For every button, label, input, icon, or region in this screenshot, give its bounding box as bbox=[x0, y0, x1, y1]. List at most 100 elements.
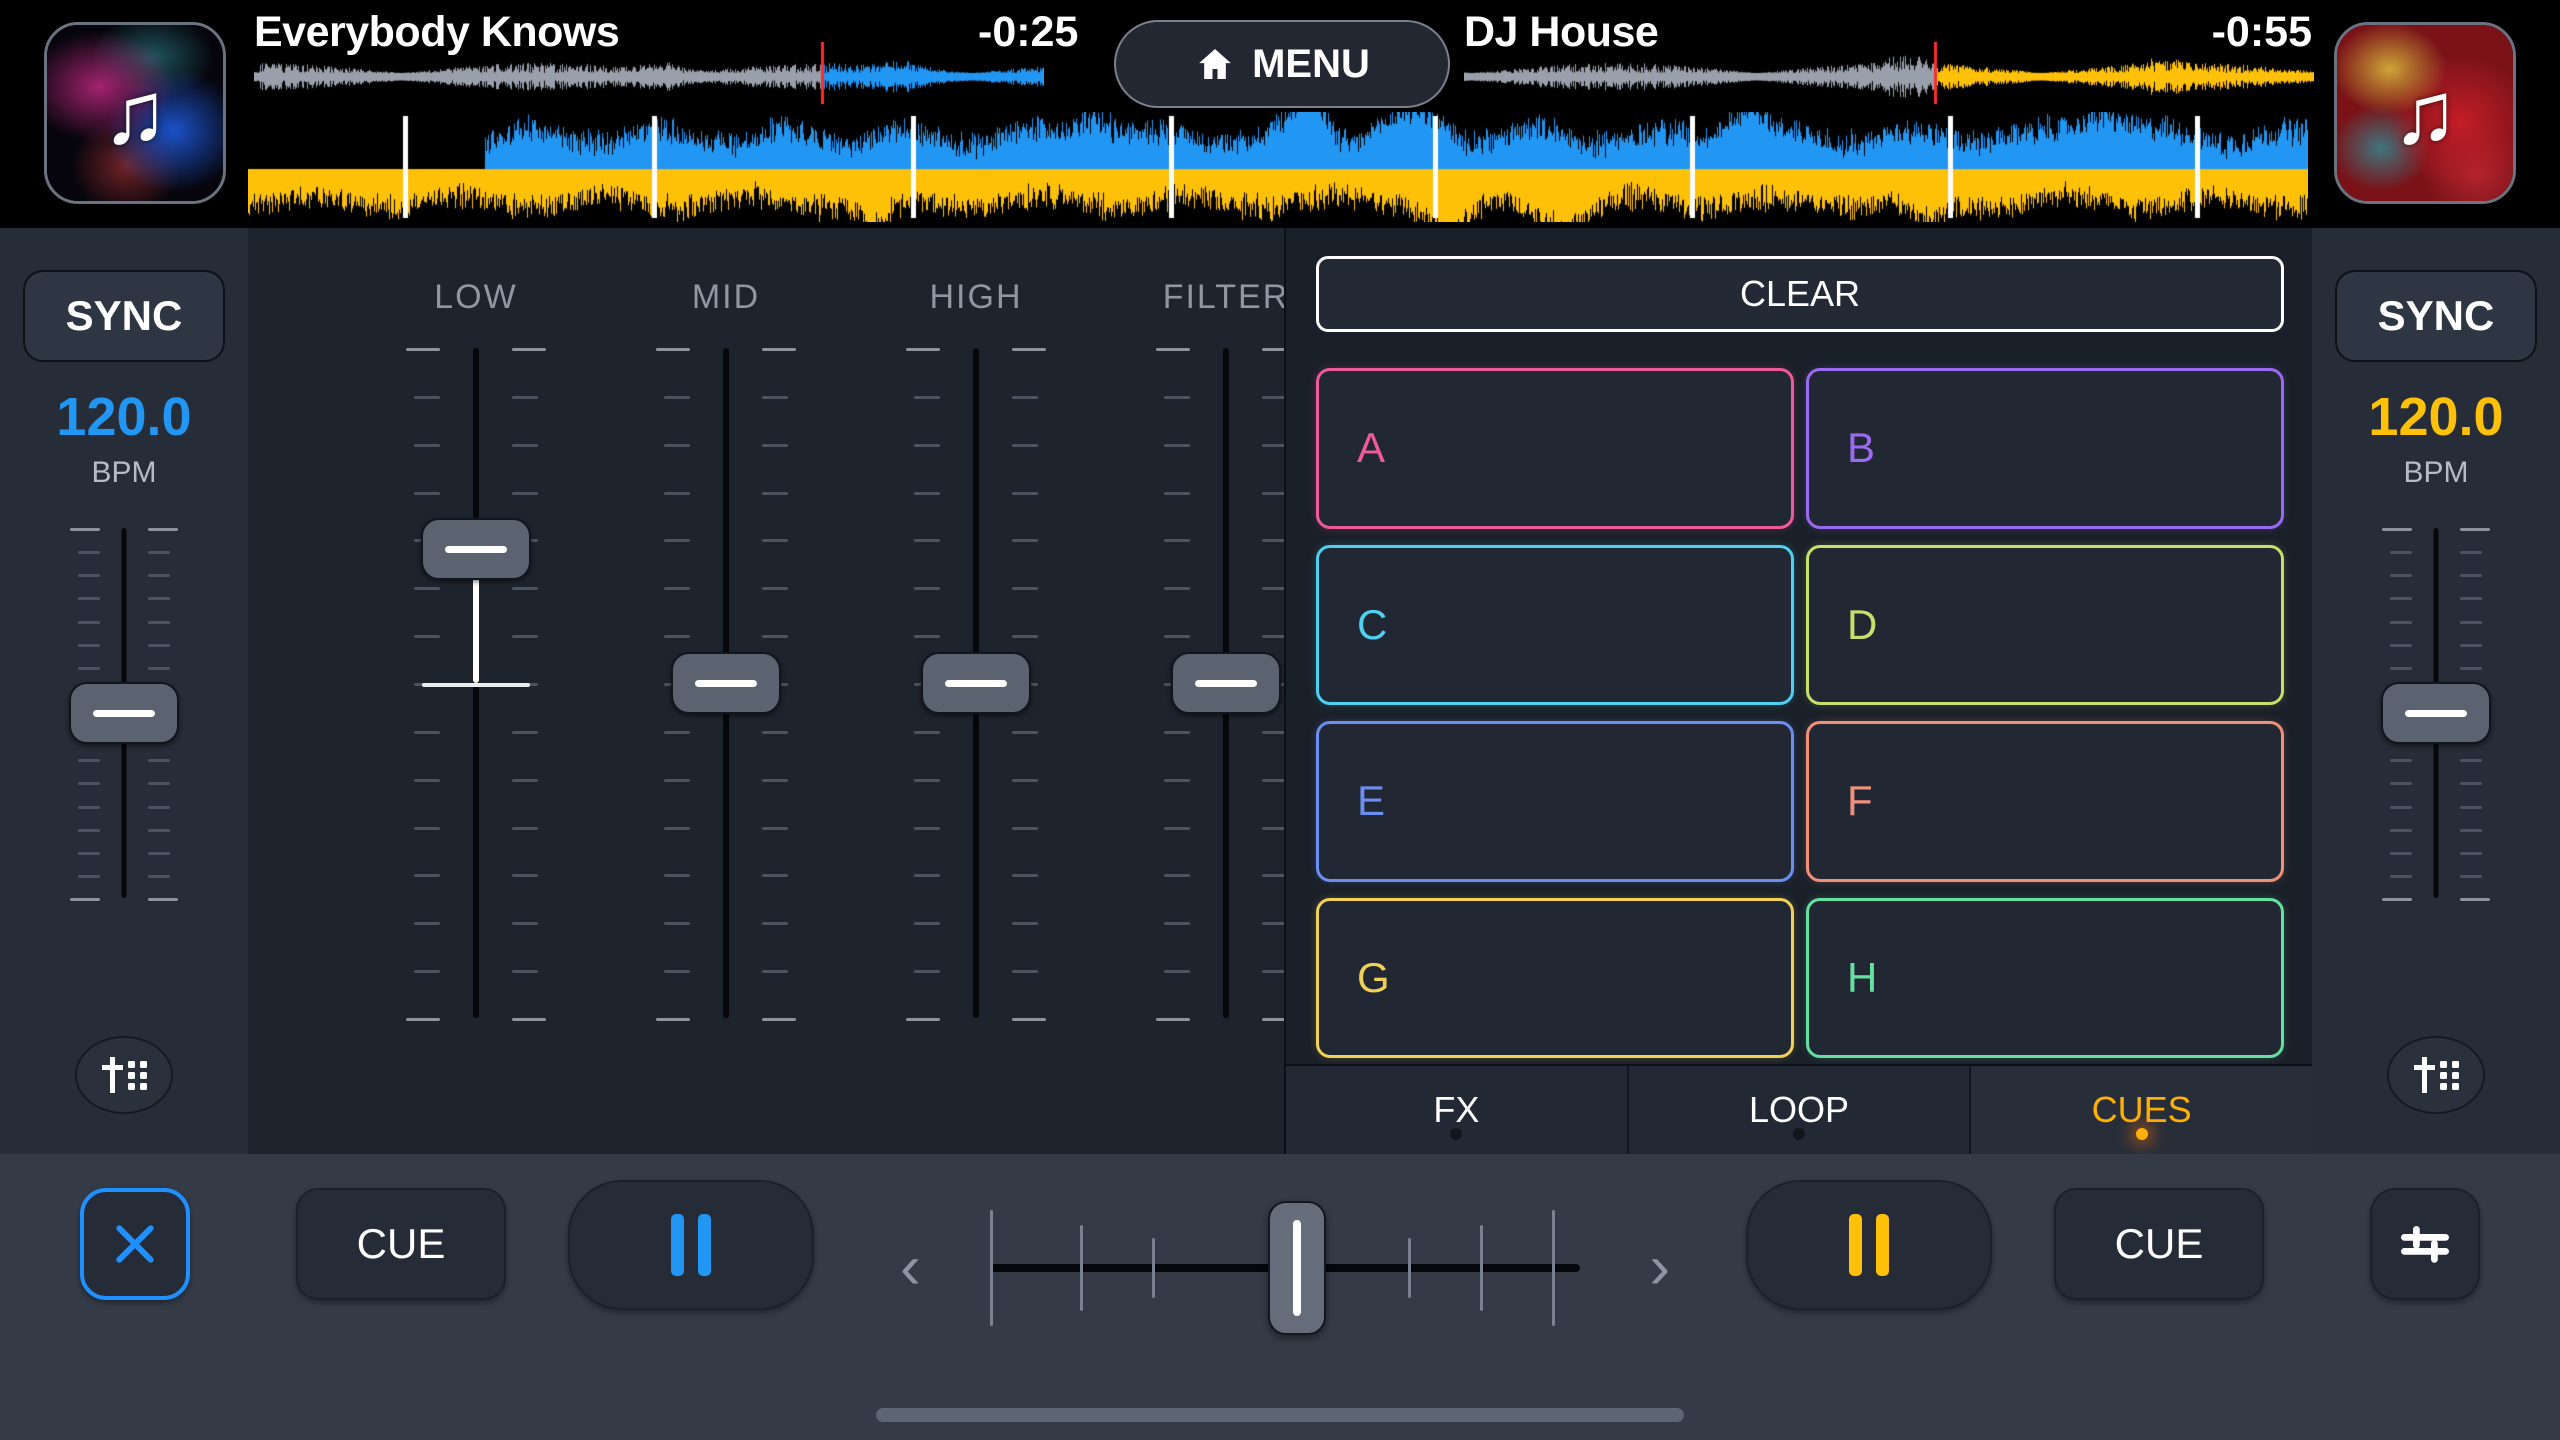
pause-icon bbox=[1849, 1214, 1889, 1276]
handle-line bbox=[695, 680, 757, 687]
crossfader[interactable]: ‹ › bbox=[890, 1178, 1680, 1358]
main-body: SYNC 120.0 BPM bbox=[0, 228, 2560, 1154]
beatgrid-icon bbox=[98, 1053, 150, 1097]
cue-pad-label: E bbox=[1357, 777, 1385, 825]
home-indicator bbox=[876, 1408, 1684, 1422]
tab-loop[interactable]: LOOP bbox=[1629, 1066, 1972, 1154]
cue-pad-h[interactable]: H bbox=[1806, 898, 2284, 1059]
cue-pad-label: H bbox=[1847, 954, 1877, 1002]
dj-app-root: ♫ ♫ Everybody Knows -0:25 DJ House -0:55… bbox=[0, 0, 2560, 1440]
cue-label: CUE bbox=[2115, 1220, 2204, 1268]
deck-a-beatgrid-button[interactable] bbox=[75, 1036, 173, 1114]
cue-pad-label: G bbox=[1357, 954, 1390, 1002]
pad-mode-tabs: FX LOOP CUES bbox=[1286, 1064, 2312, 1154]
crossfader-tick bbox=[1552, 1210, 1555, 1326]
deck-b-overview-waveform[interactable] bbox=[1464, 42, 2314, 104]
music-note-icon: ♫ bbox=[102, 69, 168, 157]
cue-pad-c[interactable]: C bbox=[1316, 545, 1794, 706]
eq-fader-handle[interactable] bbox=[671, 652, 781, 714]
eq-fader-handle[interactable] bbox=[1171, 652, 1281, 714]
handle-line bbox=[93, 710, 155, 717]
chevron-right-icon[interactable]: › bbox=[1649, 1237, 1670, 1299]
eq-mixer-panel: LOWMIDHIGHFILTER bbox=[248, 228, 1284, 1154]
deck-b-cue-button[interactable]: CUE bbox=[2054, 1188, 2264, 1300]
sync-label: SYNC bbox=[66, 292, 183, 340]
deck-a-pitch-fader[interactable] bbox=[64, 528, 184, 898]
pause-icon bbox=[671, 1214, 711, 1276]
handle-line bbox=[1293, 1220, 1301, 1316]
sliders-icon bbox=[2397, 1219, 2453, 1269]
tab-indicator-dot bbox=[1450, 1128, 1462, 1140]
handle-line bbox=[1195, 680, 1257, 687]
eq-fader-handle[interactable] bbox=[921, 652, 1031, 714]
deck-b-bpm-label: BPM bbox=[2312, 456, 2560, 490]
deck-a-panel: SYNC 120.0 BPM bbox=[0, 228, 248, 1154]
eq-fader-mid[interactable] bbox=[626, 348, 826, 1018]
deck-a-bpm-value[interactable]: 120.0 bbox=[0, 386, 248, 448]
eq-label-mid: MID bbox=[626, 278, 826, 317]
clear-button-label: CLEAR bbox=[1740, 273, 1860, 315]
deck-a-cue-button[interactable]: CUE bbox=[296, 1188, 506, 1300]
tab-label: CUES bbox=[2092, 1089, 2192, 1131]
deck-b-artwork[interactable]: ♫ bbox=[2334, 22, 2516, 204]
deck-b-pitch-fader[interactable] bbox=[2376, 528, 2496, 898]
deck-b-beatgrid-button[interactable] bbox=[2387, 1036, 2485, 1114]
eq-fader-high[interactable] bbox=[876, 348, 1076, 1018]
crossfader-tick bbox=[1152, 1238, 1155, 1298]
deck-b-panel: SYNC 120.0 BPM bbox=[2312, 228, 2560, 1154]
handle-line bbox=[445, 546, 507, 553]
handle-line bbox=[2405, 710, 2467, 717]
deck-a-artwork[interactable]: ♫ bbox=[44, 22, 226, 204]
sync-label: SYNC bbox=[2378, 292, 2495, 340]
tab-fx[interactable]: FX bbox=[1286, 1066, 1629, 1154]
tab-indicator-dot bbox=[1793, 1128, 1805, 1140]
deck-a-sync-button[interactable]: SYNC bbox=[23, 270, 225, 362]
main-waveform[interactable] bbox=[248, 112, 2308, 222]
tab-cues[interactable]: CUES bbox=[1971, 1066, 2312, 1154]
deck-b-sync-button[interactable]: SYNC bbox=[2335, 270, 2537, 362]
eq-label-low: LOW bbox=[376, 278, 576, 317]
eq-center-detent bbox=[422, 683, 530, 687]
deck-a-overview-waveform[interactable] bbox=[254, 42, 1044, 104]
eq-fader-low[interactable] bbox=[376, 348, 576, 1018]
beatgrid-icon bbox=[2410, 1053, 2462, 1097]
pitch-fader-handle[interactable] bbox=[69, 682, 179, 744]
performance-pads-panel: CLEAR A B C D E F G H FX LOOP CUES bbox=[1284, 228, 2312, 1154]
cue-pad-f[interactable]: F bbox=[1806, 721, 2284, 882]
cue-pad-label: C bbox=[1357, 601, 1387, 649]
clear-button[interactable]: CLEAR bbox=[1316, 256, 2284, 332]
cue-pad-d[interactable]: D bbox=[1806, 545, 2284, 706]
music-note-icon: ♫ bbox=[2392, 69, 2458, 157]
eq-label-high: HIGH bbox=[876, 278, 1076, 317]
deck-b-play-pause-button[interactable] bbox=[1746, 1180, 1992, 1310]
crossfader-tick bbox=[1408, 1238, 1411, 1298]
close-button[interactable] bbox=[80, 1188, 190, 1300]
cue-label: CUE bbox=[357, 1220, 446, 1268]
cue-pad-grid: A B C D E F G H bbox=[1316, 368, 2284, 1058]
cue-pad-e[interactable]: E bbox=[1316, 721, 1794, 882]
eq-fader-handle[interactable] bbox=[421, 518, 531, 580]
deck-a-play-pause-button[interactable] bbox=[568, 1180, 814, 1310]
cue-pad-a[interactable]: A bbox=[1316, 368, 1794, 529]
cue-pad-b[interactable]: B bbox=[1806, 368, 2284, 529]
tab-label: FX bbox=[1433, 1089, 1479, 1131]
home-icon bbox=[1194, 44, 1236, 84]
cue-pad-label: A bbox=[1357, 424, 1385, 472]
crossfader-tick bbox=[1080, 1225, 1083, 1311]
pitch-fader-handle[interactable] bbox=[2381, 682, 2491, 744]
cue-pad-label: F bbox=[1847, 777, 1873, 825]
settings-button[interactable] bbox=[2370, 1188, 2480, 1300]
crossfader-tick bbox=[990, 1210, 993, 1326]
crossfader-tick bbox=[1480, 1225, 1483, 1311]
crossfader-handle[interactable] bbox=[1268, 1201, 1326, 1335]
cue-pad-g[interactable]: G bbox=[1316, 898, 1794, 1059]
menu-button[interactable]: MENU bbox=[1114, 20, 1450, 108]
chevron-left-icon[interactable]: ‹ bbox=[900, 1237, 921, 1299]
cue-pad-label: B bbox=[1847, 424, 1875, 472]
close-x-icon bbox=[108, 1217, 162, 1271]
transport-bar: CUE ‹ › CUE bbox=[0, 1154, 2560, 1440]
handle-line bbox=[945, 680, 1007, 687]
tab-label: LOOP bbox=[1749, 1089, 1849, 1131]
tab-indicator-dot bbox=[2136, 1128, 2148, 1140]
deck-b-bpm-value[interactable]: 120.0 bbox=[2312, 386, 2560, 448]
